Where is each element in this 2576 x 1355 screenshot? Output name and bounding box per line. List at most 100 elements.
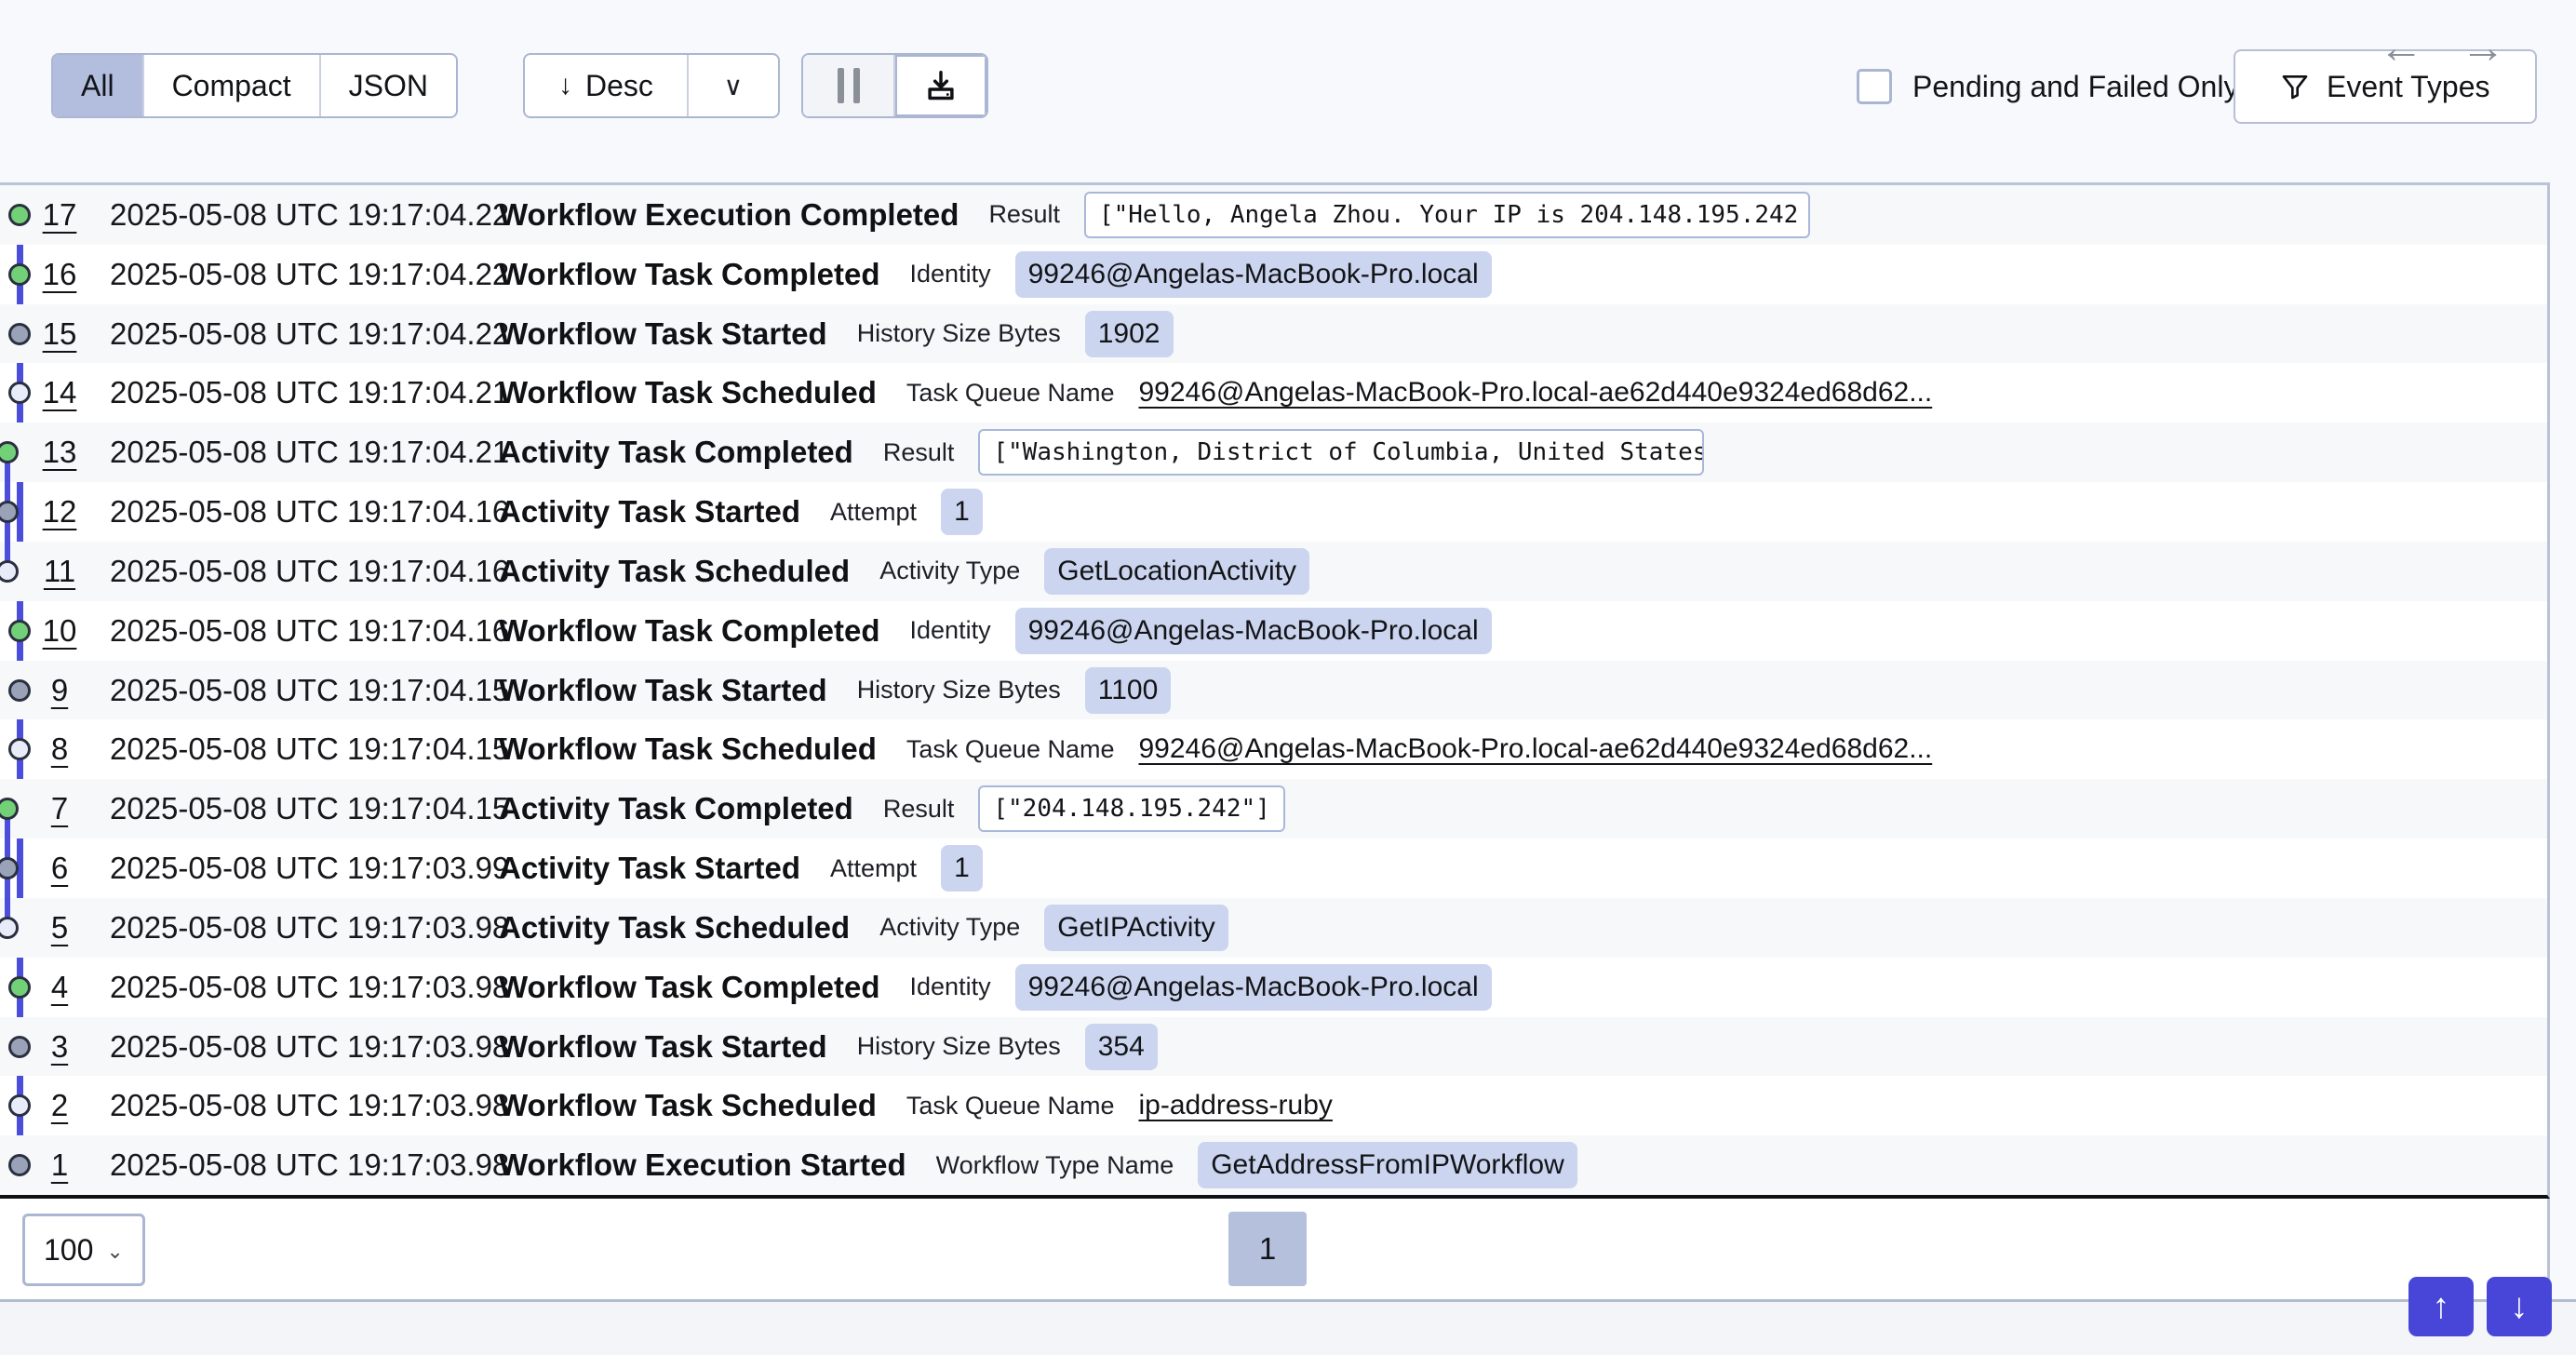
event-row[interactable]: 13 2025-05-08 UTC 19:17:04.21 Activity T… (0, 423, 2547, 482)
scroll-to-bottom-button[interactable]: ↓ (2487, 1277, 2552, 1336)
event-detail-key: Attempt (830, 854, 917, 883)
event-id-link[interactable]: 7 (37, 791, 82, 826)
event-timestamp: 2025-05-08 UTC 19:17:04.15 (110, 731, 471, 767)
event-id-link[interactable]: 3 (37, 1029, 82, 1065)
event-row[interactable]: 7 2025-05-08 UTC 19:17:04.15 Activity Ta… (0, 779, 2547, 838)
task-queue-link[interactable]: 99246@Angelas-MacBook-Pro.local-ae62d440… (1138, 377, 1932, 409)
event-name: Workflow Task Scheduled (499, 1088, 877, 1123)
event-timestamp: 2025-05-08 UTC 19:17:04.15 (110, 673, 471, 708)
next-page-arrow[interactable]: → (2461, 26, 2505, 71)
download-history-button[interactable] (893, 55, 986, 116)
event-status-dot (0, 857, 19, 879)
previous-page-arrow[interactable]: ← (2379, 26, 2423, 71)
event-name: Activity Task Completed (499, 435, 853, 470)
event-status-dot (8, 976, 31, 999)
pending-failed-only-toggle[interactable]: Pending and Failed Only (1857, 51, 2238, 122)
tab-compact[interactable]: Compact (142, 55, 319, 116)
task-queue-link[interactable]: 99246@Angelas-MacBook-Pro.local-ae62d440… (1138, 733, 1932, 765)
event-timestamp: 2025-05-08 UTC 19:17:04.21 (110, 435, 471, 470)
event-detail-value: GetIPActivity (1044, 905, 1228, 951)
event-timestamp: 2025-05-08 UTC 19:17:03.98 (110, 1029, 471, 1065)
event-detail: History Size Bytes 1902 (857, 311, 1174, 357)
event-history-toolbar: All Compact JSON ↓ Desc ∨ Pending and Fa (0, 0, 2576, 182)
event-row[interactable]: 15 2025-05-08 UTC 19:17:04.22 Workflow T… (0, 304, 2547, 364)
sort-desc-button[interactable]: ↓ Desc (525, 55, 687, 116)
event-id-link[interactable]: 2 (37, 1088, 82, 1123)
event-detail-key: Result (988, 200, 1060, 229)
event-status-dot (8, 204, 31, 226)
chevron-down-icon: ⌄ (106, 1240, 123, 1264)
tab-json[interactable]: JSON (319, 55, 456, 116)
pause-icon (853, 68, 860, 103)
event-row[interactable]: 12 2025-05-08 UTC 19:17:04.16 Activity T… (0, 482, 2547, 542)
event-id-link[interactable]: 17 (37, 197, 82, 233)
event-row[interactable]: 11 2025-05-08 UTC 19:17:04.16 Activity T… (0, 542, 2547, 601)
event-detail-value: ["204.148.195.242"] (978, 785, 1284, 832)
event-status-dot (0, 560, 19, 583)
event-row[interactable]: 5 2025-05-08 UTC 19:17:03.98 Activity Ta… (0, 898, 2547, 958)
event-id-link[interactable]: 14 (37, 375, 82, 410)
event-timestamp: 2025-05-08 UTC 19:17:03.98 (110, 1147, 471, 1183)
event-name: Activity Task Completed (499, 791, 853, 826)
event-detail-value: 99246@Angelas-MacBook-Pro.local (1015, 964, 1492, 1011)
event-detail: Activity Type GetLocationActivity (879, 548, 1309, 595)
event-row[interactable]: 4 2025-05-08 UTC 19:17:03.98 Workflow Ta… (0, 958, 2547, 1017)
event-row[interactable]: 3 2025-05-08 UTC 19:17:03.98 Workflow Ta… (0, 1017, 2547, 1077)
event-id-link[interactable]: 6 (37, 851, 82, 886)
event-status-dot (0, 441, 19, 463)
event-id-link[interactable]: 8 (37, 731, 82, 767)
event-row[interactable]: 10 2025-05-08 UTC 19:17:04.16 Workflow T… (0, 601, 2547, 661)
event-detail: Task Queue Name 99246@Angelas-MacBook-Pr… (906, 733, 1932, 765)
arrow-down-icon: ↓ (558, 70, 572, 101)
event-row[interactable]: 16 2025-05-08 UTC 19:17:04.22 Workflow T… (0, 245, 2547, 304)
event-status-dot (0, 917, 19, 939)
event-id-link[interactable]: 11 (37, 554, 82, 589)
page-number-button[interactable]: 1 (1228, 1212, 1307, 1286)
event-name: Activity Task Started (499, 494, 800, 530)
page-size-select[interactable]: 100 ⌄ (22, 1214, 145, 1286)
event-detail-key: Task Queue Name (906, 735, 1115, 764)
event-timestamp: 2025-05-08 UTC 19:17:04.21 (110, 375, 471, 410)
event-detail-value: GetAddressFromIPWorkflow (1198, 1142, 1577, 1188)
event-id-link[interactable]: 10 (37, 613, 82, 649)
event-row[interactable]: 1 2025-05-08 UTC 19:17:03.98 Workflow Ex… (0, 1135, 2547, 1195)
event-id-link[interactable]: 16 (37, 257, 82, 292)
event-detail-key: Activity Type (879, 557, 1020, 585)
event-id-link[interactable]: 13 (37, 435, 82, 470)
event-timestamp: 2025-05-08 UTC 19:17:04.22 (110, 197, 471, 233)
event-types-label: Event Types (2327, 70, 2490, 104)
filter-funnel-icon (2280, 72, 2310, 101)
pending-failed-checkbox[interactable] (1857, 69, 1892, 104)
event-name: Workflow Task Scheduled (499, 375, 877, 410)
tab-all[interactable]: All (53, 55, 142, 116)
event-id-link[interactable]: 4 (37, 970, 82, 1005)
event-status-dot (8, 1154, 31, 1176)
event-row[interactable]: 9 2025-05-08 UTC 19:17:04.15 Workflow Ta… (0, 661, 2547, 720)
sort-options-dropdown-button[interactable]: ∨ (687, 55, 778, 116)
history-actions-group (801, 53, 988, 118)
event-row[interactable]: 2 2025-05-08 UTC 19:17:03.98 Workflow Ta… (0, 1076, 2547, 1135)
event-row[interactable]: 14 2025-05-08 UTC 19:17:04.21 Workflow T… (0, 363, 2547, 423)
pagination-footer: 100 ⌄ 1 (0, 1199, 2550, 1301)
event-detail-key: Identity (910, 973, 991, 1001)
event-detail: History Size Bytes 1100 (857, 667, 1172, 714)
event-detail-value: 1 (941, 489, 983, 535)
event-detail-key: Task Queue Name (906, 379, 1115, 408)
event-detail: Attempt 1 (830, 845, 983, 892)
event-row[interactable]: 6 2025-05-08 UTC 19:17:03.99 Activity Ta… (0, 838, 2547, 898)
event-detail-value: 99246@Angelas-MacBook-Pro.local (1015, 251, 1492, 298)
event-name: Workflow Task Started (499, 673, 827, 708)
event-id-link[interactable]: 9 (37, 673, 82, 708)
event-id-link[interactable]: 12 (37, 494, 82, 530)
sort-desc-label: Desc (585, 69, 653, 103)
scroll-to-top-button[interactable]: ↑ (2408, 1277, 2474, 1336)
event-name: Workflow Task Completed (499, 613, 880, 649)
task-queue-link[interactable]: ip-address-ruby (1138, 1090, 1332, 1121)
event-id-link[interactable]: 1 (37, 1147, 82, 1183)
event-row[interactable]: 17 2025-05-08 UTC 19:17:04.22 Workflow E… (0, 185, 2547, 245)
pause-button[interactable] (803, 55, 893, 116)
download-icon (923, 68, 959, 103)
event-id-link[interactable]: 15 (37, 316, 82, 352)
event-row[interactable]: 8 2025-05-08 UTC 19:17:04.15 Workflow Ta… (0, 719, 2547, 779)
event-id-link[interactable]: 5 (37, 910, 82, 946)
